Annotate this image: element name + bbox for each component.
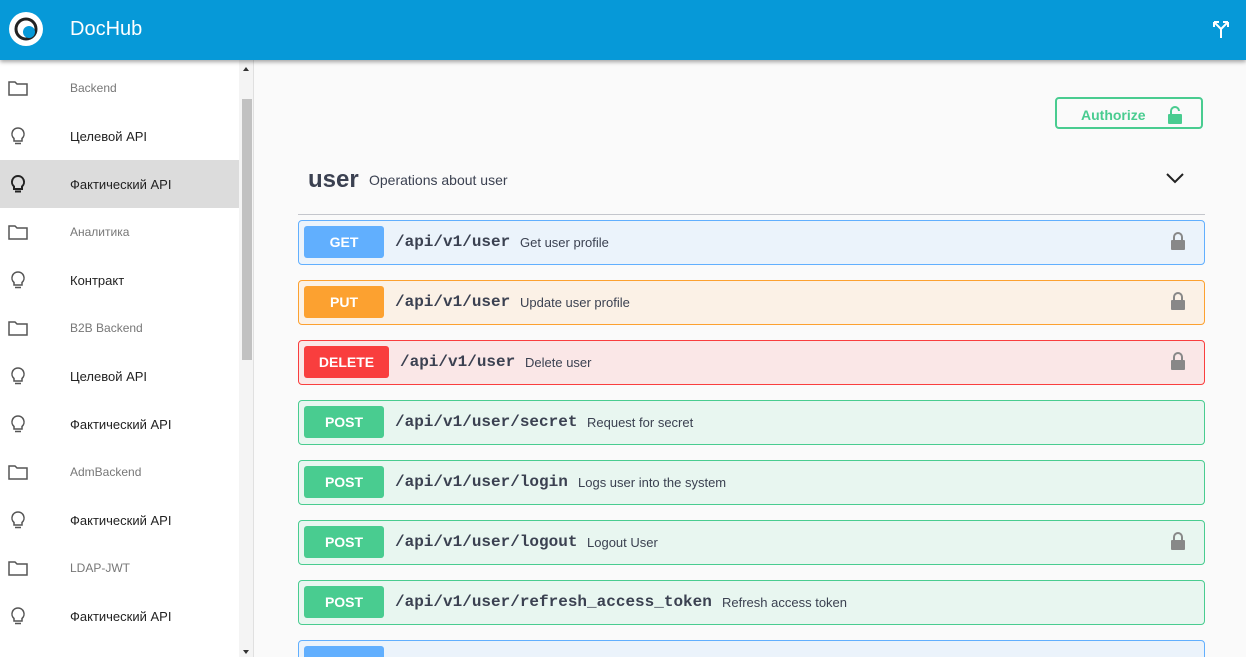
- operation-path: /api/v1/user/secret: [395, 413, 578, 431]
- method-badge: POST: [304, 526, 384, 558]
- operation-row-post[interactable]: POST/api/v1/user/refresh_access_token Ref…: [298, 580, 1205, 625]
- chevron-down-icon[interactable]: [1165, 168, 1185, 188]
- tag-name[interactable]: user: [308, 166, 359, 194]
- method-badge: GET: [304, 226, 384, 258]
- sidebar-item-label: Фактический API: [70, 512, 172, 528]
- sidebar-item-label: Контракт: [70, 272, 125, 288]
- lock-icon[interactable]: [1170, 352, 1186, 375]
- authorize-button[interactable]: Authorize: [1055, 97, 1203, 129]
- sidebar-item-api[interactable]: Целевой API: [0, 352, 239, 400]
- operation-path: /api/v1/user: [395, 233, 511, 251]
- scroll-up-arrow-icon[interactable]: [243, 67, 249, 71]
- sidebar-item-label: Фактический API: [70, 608, 172, 624]
- method-badge: POST: [304, 466, 384, 498]
- folder-icon: [8, 318, 28, 338]
- authorize-label: Authorize: [1081, 107, 1146, 123]
- sidebar-item-api[interactable]: Фактический API: [0, 592, 239, 640]
- lightbulb-icon: [8, 414, 28, 434]
- operation-row-post[interactable]: POST/api/v1/user/logout Logout User: [298, 520, 1205, 565]
- sidebar-item-label: Backend: [70, 81, 117, 95]
- unlocked-icon: [1168, 106, 1182, 124]
- sidebar-folder[interactable]: Backend: [0, 64, 239, 112]
- lightbulb-icon: [8, 270, 28, 290]
- operation-summary: Logs user into the system: [578, 475, 727, 490]
- operation-row-post[interactable]: POST/api/v1/user/login Logs user into the…: [298, 460, 1205, 505]
- sidebar: Backend Целевой API Фактический API Аналити…: [0, 60, 254, 657]
- sidebar-folder[interactable]: LDAP-JWT: [0, 544, 239, 592]
- sidebar-folder[interactable]: Аналитика: [0, 208, 239, 256]
- sidebar-item-api[interactable]: Фактический API: [0, 400, 239, 448]
- operation-path: /api/v1/user: [395, 293, 511, 311]
- sidebar-item-api[interactable]: Контракт: [0, 256, 239, 304]
- lock-icon[interactable]: [1170, 532, 1186, 555]
- operation-row-put[interactable]: PUT/api/v1/user Update user profile: [298, 280, 1205, 325]
- dochub-logo-icon[interactable]: [9, 12, 43, 46]
- folder-icon: [8, 558, 28, 578]
- lightbulb-icon: [8, 606, 28, 626]
- scroll-down-arrow-icon[interactable]: [243, 650, 249, 654]
- lightbulb-icon: [8, 174, 28, 194]
- app-title: DocHub: [70, 18, 143, 40]
- lock-icon[interactable]: [1170, 232, 1186, 255]
- top-app-bar: DocHub: [0, 0, 1246, 60]
- sidebar-folder[interactable]: AdmBackend: [0, 448, 239, 496]
- operation-row-get[interactable]: GET/api/v1/user Get user profile: [298, 220, 1205, 265]
- sidebar-item-api[interactable]: Фактический API: [0, 160, 239, 208]
- folder-icon: [8, 462, 28, 482]
- operation-summary: Get user profile: [520, 235, 609, 250]
- sidebar-item-label: AdmBackend: [70, 465, 142, 479]
- operation-summary: Refresh access token: [722, 595, 848, 610]
- sidebar-item-api[interactable]: Целевой API: [0, 112, 239, 160]
- sidebar-item-label: Фактический API: [70, 416, 172, 432]
- sidebar-item-label: B2B Backend: [70, 321, 143, 335]
- sidebar-item-api[interactable]: Фактический API: [0, 496, 239, 544]
- operation-row-delete[interactable]: DELETE/api/v1/user Delete user: [298, 340, 1205, 385]
- sidebar-item-label: Целевой API: [70, 368, 148, 384]
- sidebar-item-label: LDAP-JWT: [70, 561, 130, 575]
- operation-path: /api/v1/user/logout: [395, 533, 578, 551]
- lightbulb-icon: [8, 126, 28, 146]
- operation-row-post[interactable]: POST/api/v1/user/secret Request for secre…: [298, 400, 1205, 445]
- tag-description: Operations about user: [369, 172, 508, 188]
- operation-path: /api/v1/user: [400, 353, 516, 371]
- operation-row-partial[interactable]: [298, 640, 1205, 657]
- sidebar-item-label: Аналитика: [70, 225, 130, 239]
- lightbulb-icon: [8, 510, 28, 530]
- lock-icon[interactable]: [1170, 292, 1186, 315]
- lightbulb-icon: [8, 366, 28, 386]
- folder-icon: [8, 222, 28, 242]
- method-badge: POST: [304, 586, 384, 618]
- method-badge: DELETE: [304, 346, 389, 378]
- sidebar-item-label: Целевой API: [70, 128, 148, 144]
- operation-summary: Logout User: [587, 535, 658, 550]
- folder-icon: [8, 78, 28, 98]
- operation-summary: Update user profile: [520, 295, 630, 310]
- sidebar-item-label: Фактический API: [70, 176, 172, 192]
- tag-divider: [298, 214, 1205, 215]
- operation-path: /api/v1/user/login: [395, 473, 568, 491]
- sidebar-folder[interactable]: B2B Backend: [0, 304, 239, 352]
- fork-icon[interactable]: [1211, 19, 1231, 39]
- operation-path: /api/v1/user/refresh_access_token: [395, 593, 712, 611]
- main-content: Authorize user Operations about user GET…: [254, 60, 1246, 657]
- method-badge: PUT: [304, 286, 384, 318]
- operation-summary: Delete user: [525, 355, 592, 370]
- operation-summary: Request for secret: [587, 415, 694, 430]
- method-badge: [304, 646, 384, 657]
- method-badge: POST: [304, 406, 384, 438]
- sidebar-scroll-thumb[interactable]: [242, 99, 252, 360]
